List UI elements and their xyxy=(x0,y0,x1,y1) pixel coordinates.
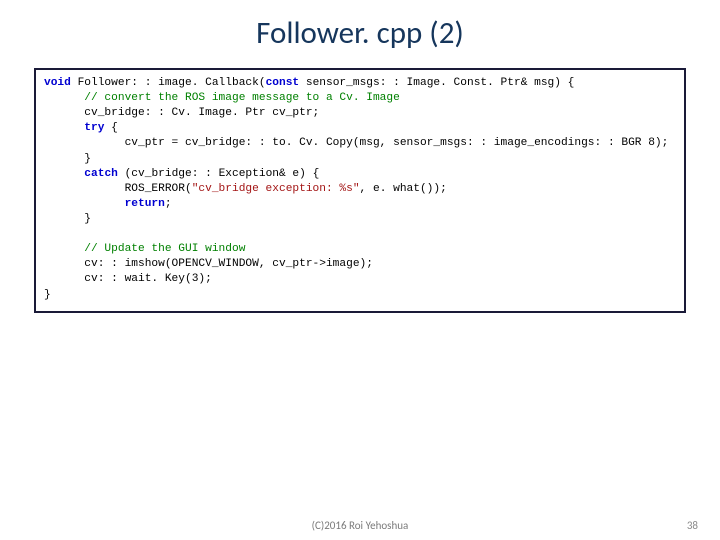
code-text: sensor_msgs: : Image. Const. Ptr& msg) { xyxy=(299,77,574,89)
code-text: { xyxy=(104,122,117,134)
code-text: (cv_bridge: : Exception& e) { xyxy=(118,168,319,180)
code-text xyxy=(44,198,125,210)
kw-const: const xyxy=(266,77,300,89)
code-text: ROS_ERROR( xyxy=(44,183,192,195)
code-text: } xyxy=(44,153,91,165)
footer-copyright: (C)2016 Roi Yehoshua xyxy=(312,519,409,532)
kw-return: return xyxy=(125,198,165,210)
slide-title: Follower. cpp (2) xyxy=(0,0,720,62)
code-text: cv_bridge: : Cv. Image. Ptr cv_ptr; xyxy=(44,107,319,119)
code-text: ; xyxy=(165,198,172,210)
code-block: void Follower: : image. Callback(const s… xyxy=(34,68,686,313)
slide: Follower. cpp (2) void Follower: : image… xyxy=(0,0,720,540)
code-text: cv_ptr = cv_bridge: : to. Cv. Copy(msg, … xyxy=(44,137,668,149)
kw-try: try xyxy=(84,122,104,134)
kw-catch: catch xyxy=(84,168,118,180)
kw-void: void xyxy=(44,77,71,89)
code-text: cv: : wait. Key(3); xyxy=(44,273,212,285)
page-number: 38 xyxy=(687,519,698,532)
code-text xyxy=(44,122,84,134)
code-text: } xyxy=(44,289,51,301)
code-text xyxy=(44,168,84,180)
code-string: "cv_bridge exception: %s" xyxy=(192,183,360,195)
code-text: , e. what()); xyxy=(360,183,447,195)
code-comment: // convert the ROS image message to a Cv… xyxy=(44,92,400,104)
code-text: } xyxy=(44,213,91,225)
code-text: cv: : imshow(OPENCV_WINDOW, cv_ptr->imag… xyxy=(44,258,373,270)
code-text: Follower: : image. Callback( xyxy=(71,77,266,89)
code-comment: // Update the GUI window xyxy=(44,243,245,255)
